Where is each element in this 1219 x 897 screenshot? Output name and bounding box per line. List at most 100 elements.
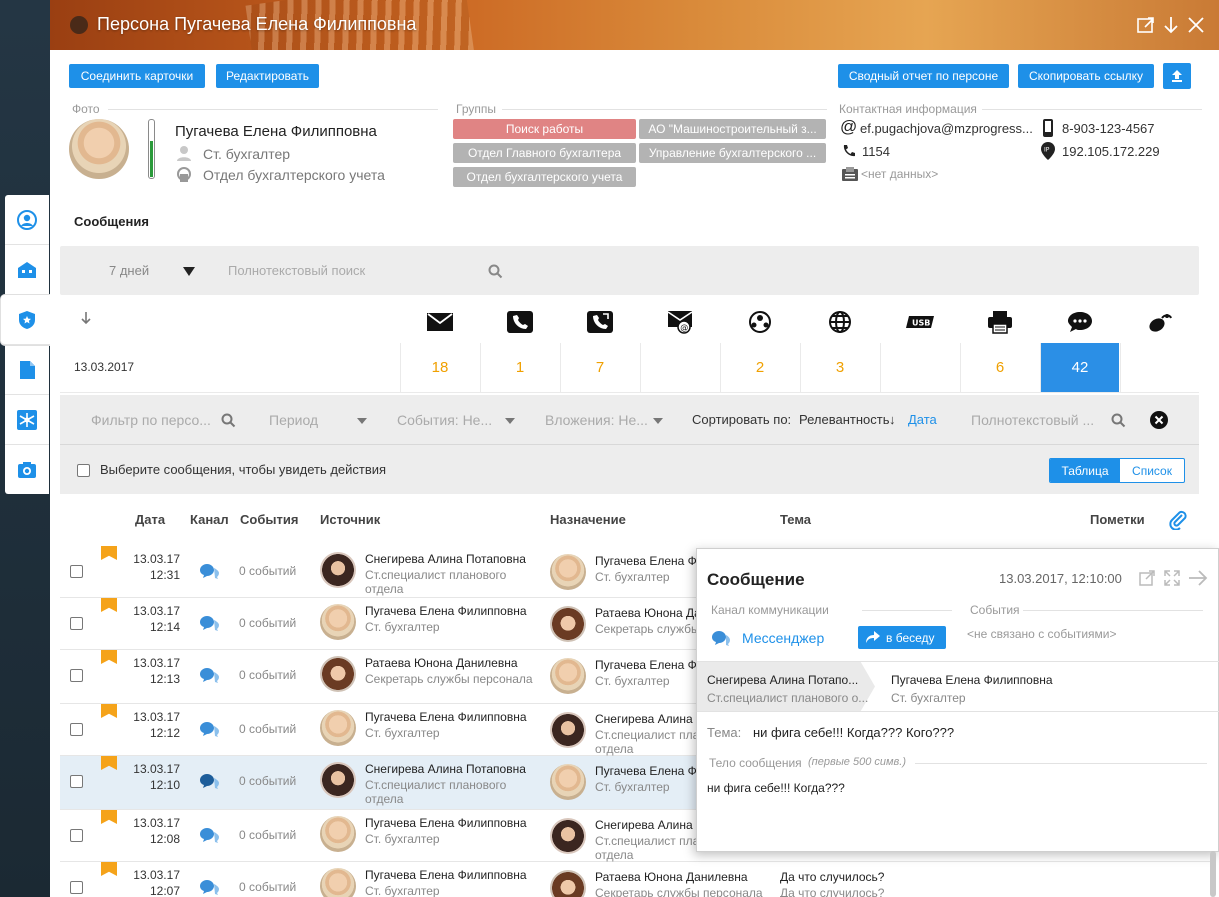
period-filter-select[interactable]: Период: [269, 412, 318, 428]
group-tag-accounting-management[interactable]: Управление бухгалтерского ...: [639, 143, 826, 163]
bookmark-flag-icon[interactable]: [101, 598, 117, 612]
nav-building-icon[interactable]: [5, 245, 49, 295]
nav-document-icon[interactable]: [5, 345, 49, 395]
group-tag-accounting-dept[interactable]: Отдел бухгалтерского учета: [453, 167, 636, 187]
column-marks[interactable]: Пометки: [1090, 512, 1145, 527]
popup-channel-value[interactable]: Мессенджер: [742, 630, 824, 646]
bookmark-flag-icon[interactable]: [101, 756, 117, 770]
source-name[interactable]: Снегирева Алина Потаповна: [365, 552, 526, 566]
column-subject[interactable]: Тема: [780, 512, 811, 527]
email-channel-icon[interactable]: [425, 309, 455, 335]
row-checkbox[interactable]: [70, 723, 83, 736]
bookmark-flag-icon[interactable]: [101, 704, 117, 718]
sort-date-option[interactable]: Дата: [908, 412, 937, 427]
source-name[interactable]: Пугачева Елена Филипповна: [365, 868, 527, 882]
destination-name[interactable]: Ратаева Юнона Данилевна: [595, 870, 748, 884]
bookmark-flag-icon[interactable]: [101, 810, 117, 824]
sort-down-icon[interactable]: [80, 311, 92, 328]
merge-cards-button[interactable]: Соединить карточки: [69, 64, 205, 88]
social-count[interactable]: 2: [720, 343, 799, 392]
attachment-column-icon[interactable]: [1168, 510, 1188, 533]
bookmark-flag-icon[interactable]: [101, 862, 117, 876]
contact-email[interactable]: ef.pugachjova@mzprogress...: [860, 121, 1033, 136]
nav-camera-icon[interactable]: [5, 445, 49, 495]
bookmark-flag-icon[interactable]: [101, 546, 117, 560]
call-out-channel-icon[interactable]: [585, 309, 615, 335]
webmail-channel-icon[interactable]: @: [665, 309, 695, 335]
web-channel-icon[interactable]: [825, 309, 855, 335]
webmail-count[interactable]: [640, 343, 719, 392]
upload-icon[interactable]: [1163, 63, 1191, 89]
fulltext-search-icon[interactable]: [1111, 413, 1126, 431]
column-destination[interactable]: Назначение: [550, 512, 626, 527]
popup-sender-name[interactable]: Снегирева Алина Потапо...: [707, 673, 858, 687]
nav-network-icon[interactable]: [5, 395, 49, 445]
row-checkbox[interactable]: [70, 565, 83, 578]
row-checkbox[interactable]: [70, 881, 83, 894]
copy-link-button[interactable]: Скопировать ссылку: [1018, 64, 1154, 88]
usb-channel-icon[interactable]: USB: [905, 309, 935, 335]
search-icon[interactable]: [488, 264, 503, 282]
period-select[interactable]: 7 дней: [109, 263, 149, 278]
nav-person-icon[interactable]: [5, 195, 49, 245]
sort-relevance-option[interactable]: Релевантность: [799, 412, 889, 427]
row-checkbox[interactable]: [70, 669, 83, 682]
table-row[interactable]: 13.03.17 12:07 0 событий Пугачева Елена Фил…: [60, 862, 1210, 897]
contact-mobile[interactable]: 8-903-123-4567: [1062, 121, 1155, 136]
column-date[interactable]: Дата: [135, 512, 165, 527]
select-all-checkbox[interactable]: [77, 464, 90, 477]
person-report-button[interactable]: Сводный отчет по персоне: [838, 64, 1009, 88]
print-count[interactable]: 6: [960, 343, 1039, 392]
popup-popout-icon[interactable]: [1138, 569, 1156, 590]
source-name[interactable]: Пугачева Елена Филипповна: [365, 604, 527, 618]
destination-name[interactable]: Пугачева Елена Ф: [595, 658, 697, 672]
contact-extension[interactable]: 1154: [862, 144, 890, 159]
skype-channel-icon[interactable]: [1145, 309, 1175, 335]
period-filter-chevron-icon[interactable]: [357, 418, 367, 424]
print-channel-icon[interactable]: [985, 309, 1015, 335]
person-filter-search-icon[interactable]: [221, 413, 236, 431]
destination-name[interactable]: Пугачева Елена Ф: [595, 764, 697, 778]
popup-expand-icon[interactable]: [1163, 569, 1181, 590]
call-out-count[interactable]: 7: [560, 343, 639, 392]
messages-search-input[interactable]: Полнотекстовый поиск: [228, 263, 365, 278]
view-list-button[interactable]: Список: [1120, 459, 1184, 482]
download-arrow-icon[interactable]: [1160, 14, 1182, 36]
nav-badge-icon[interactable]: [1, 295, 53, 345]
column-source[interactable]: Источник: [320, 512, 380, 527]
source-name[interactable]: Снегирева Алина Потаповна: [365, 762, 526, 776]
events-filter-select[interactable]: События: Не...: [397, 412, 492, 428]
popup-next-arrow-icon[interactable]: [1188, 569, 1208, 590]
group-tag-company[interactable]: АО "Машиностроительный з...: [639, 119, 826, 139]
destination-name[interactable]: Снегирева Алина П: [595, 712, 705, 726]
call-in-channel-icon[interactable]: [505, 309, 535, 335]
source-name[interactable]: Пугачева Елена Филипповна: [365, 710, 527, 724]
attachments-filter-select[interactable]: Вложения: Не...: [545, 412, 648, 428]
events-filter-chevron-icon[interactable]: [505, 418, 515, 424]
email-count[interactable]: 18: [400, 343, 479, 392]
bookmark-flag-icon[interactable]: [101, 650, 117, 664]
source-name[interactable]: Пугачева Елена Филипповна: [365, 816, 527, 830]
column-channel[interactable]: Канал: [190, 512, 229, 527]
sort-direction-icon[interactable]: ↓: [889, 412, 896, 427]
messenger-channel-icon[interactable]: [1065, 309, 1095, 335]
to-chat-button[interactable]: в беседу: [858, 626, 946, 649]
contact-ip[interactable]: 192.105.172.229: [1062, 144, 1160, 159]
destination-name[interactable]: Ратаева Юнона Да: [595, 606, 701, 620]
row-checkbox[interactable]: [70, 829, 83, 842]
skype-count[interactable]: [1120, 343, 1199, 392]
messenger-count[interactable]: 42: [1040, 343, 1119, 392]
web-count[interactable]: 3: [800, 343, 879, 392]
group-tag-chief-accountant[interactable]: Отдел Главного бухгалтера: [453, 143, 636, 163]
column-events[interactable]: События: [240, 512, 298, 527]
destination-name[interactable]: Пугачева Елена Ф: [595, 554, 697, 568]
edit-button[interactable]: Редактировать: [216, 64, 319, 88]
row-checkbox[interactable]: [70, 775, 83, 788]
popup-recipient-name[interactable]: Пугачева Елена Филипповна: [891, 673, 1053, 687]
fulltext-filter-input[interactable]: Полнотекстовый ...: [971, 412, 1094, 428]
social-channel-icon[interactable]: [745, 309, 775, 335]
attachments-filter-chevron-icon[interactable]: [653, 418, 663, 424]
call-in-count[interactable]: 1: [480, 343, 559, 392]
table-scrollbar[interactable]: [1210, 851, 1216, 897]
view-table-button[interactable]: Таблица: [1050, 459, 1120, 482]
